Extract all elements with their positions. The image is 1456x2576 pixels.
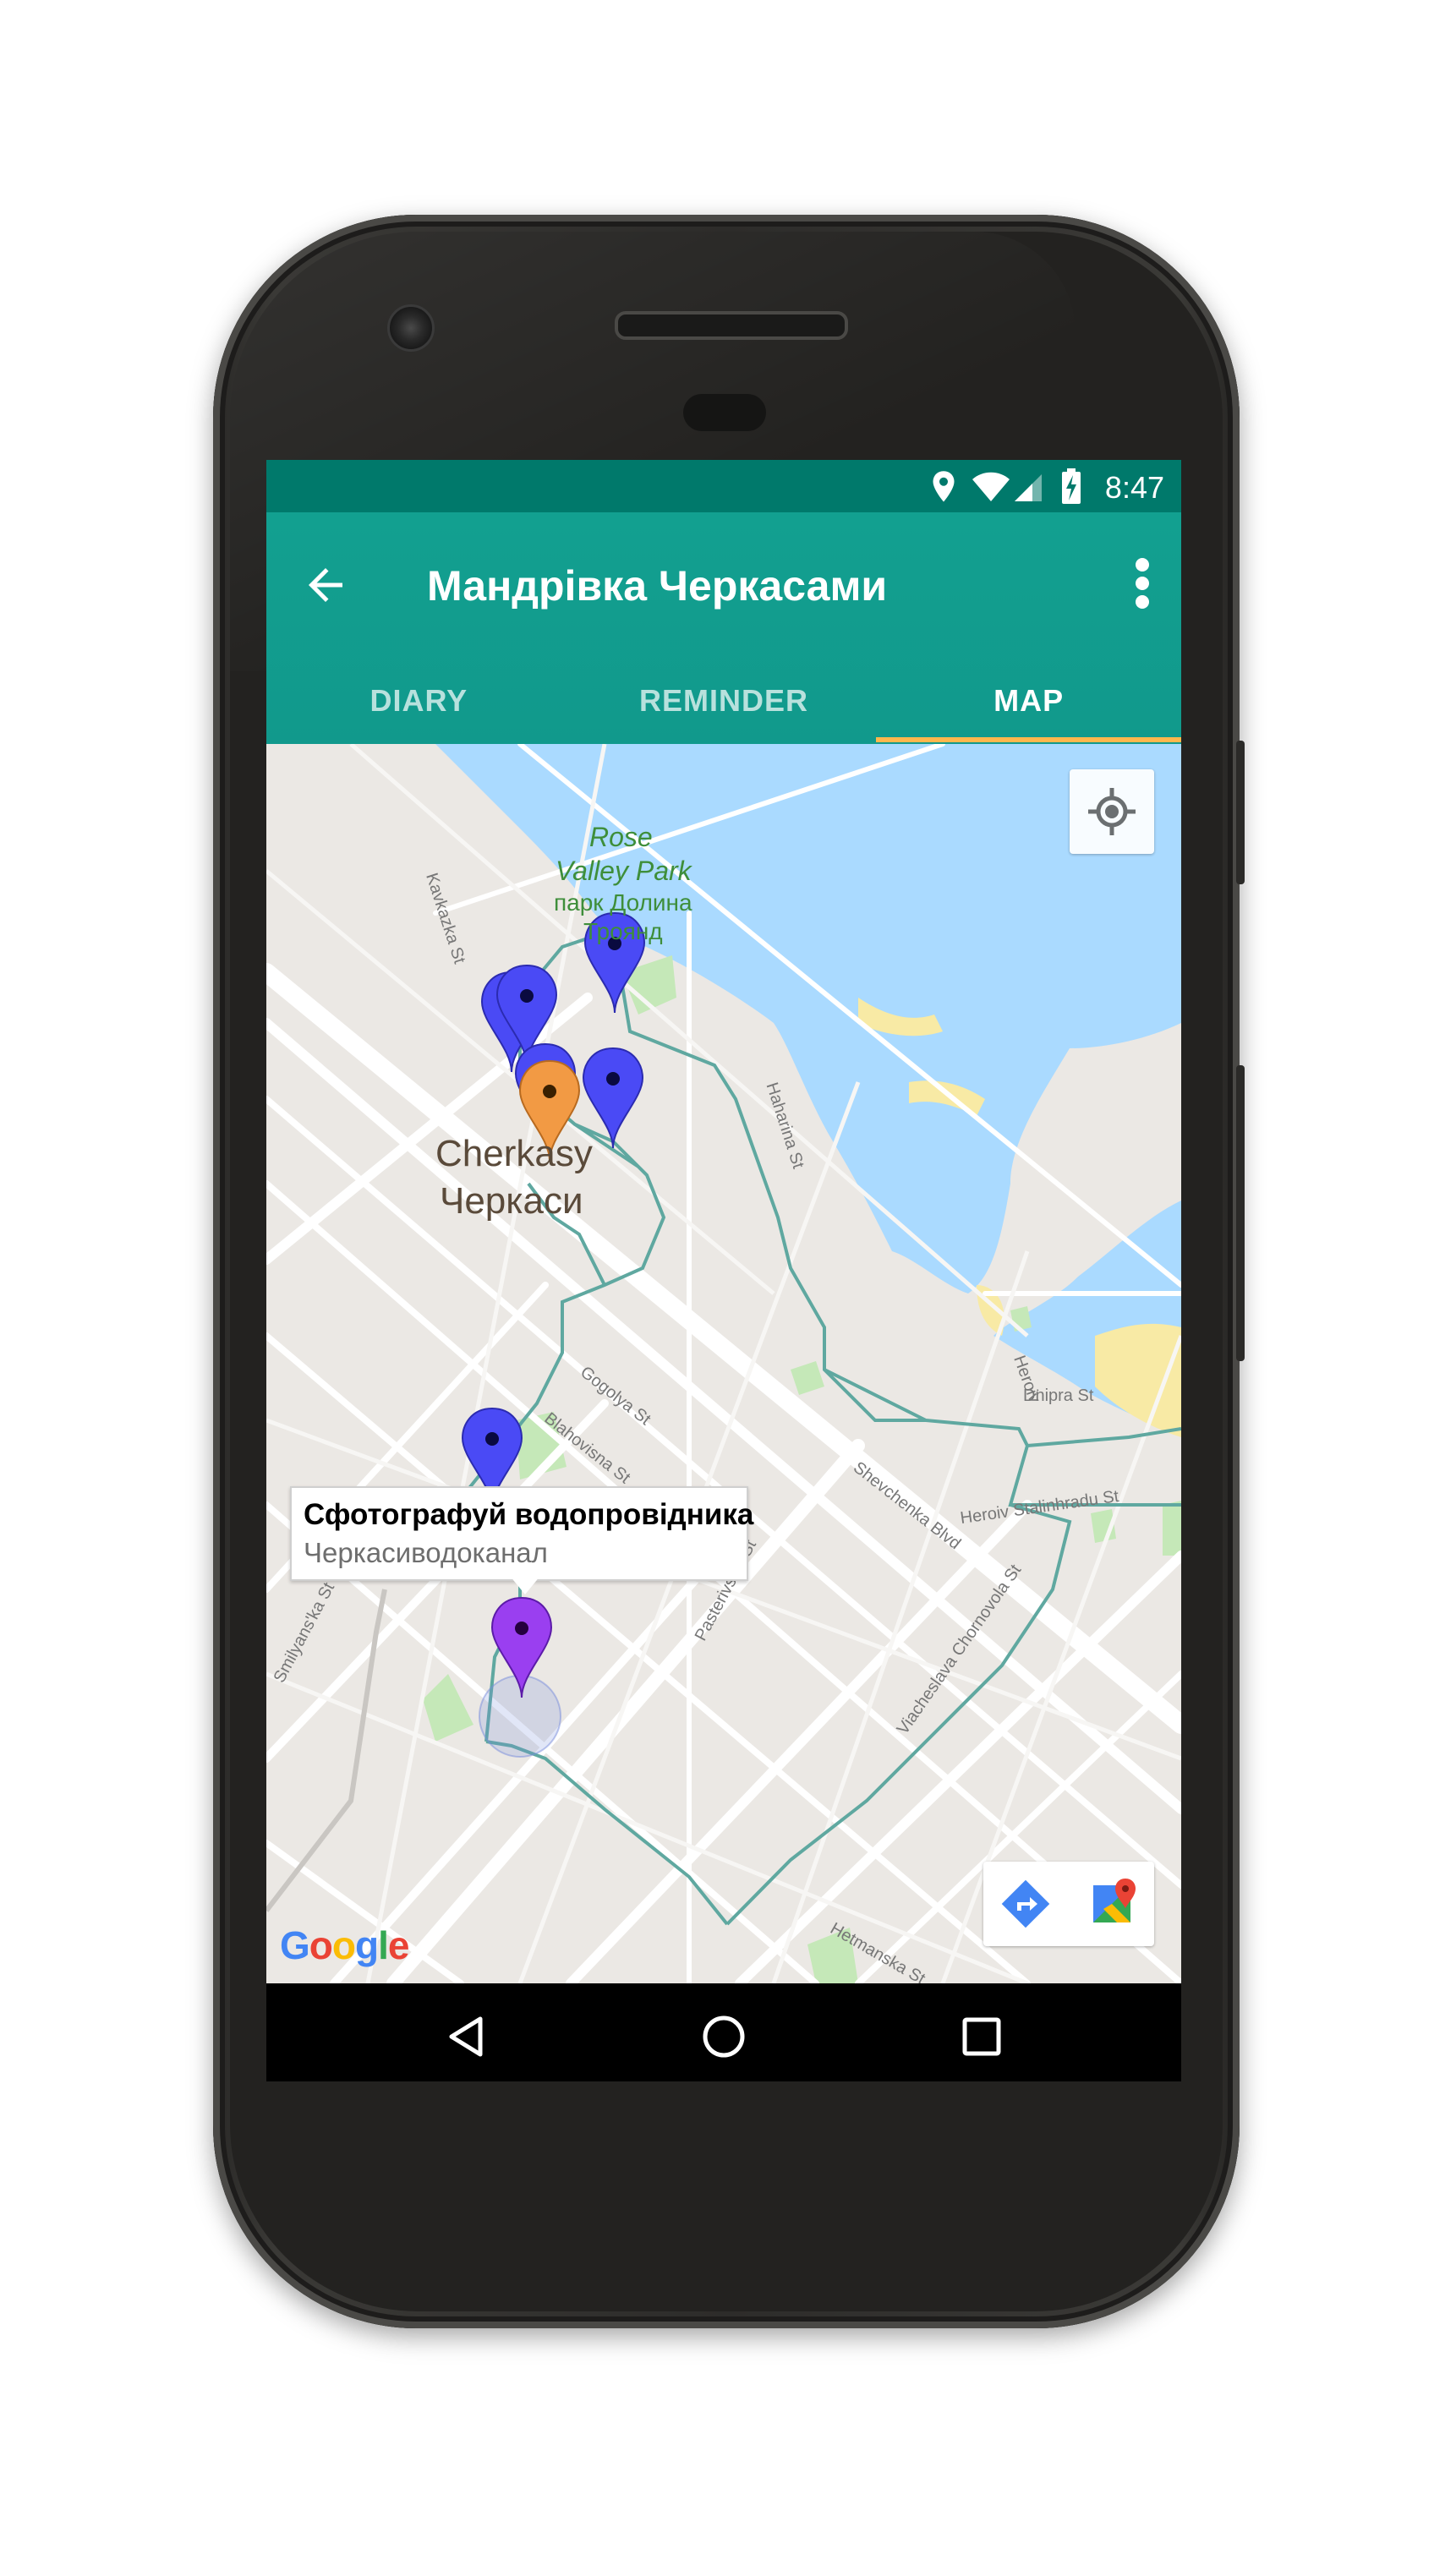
beach-3 (1095, 1323, 1181, 1437)
status-bar: 8:47 (266, 460, 1181, 512)
status-time: 8:47 (1104, 470, 1164, 505)
battery-charging-icon (1062, 468, 1081, 504)
nav-back-icon[interactable] (436, 2007, 495, 2066)
directions-icon[interactable] (983, 1862, 1068, 1946)
marker-info-window[interactable]: Сфотографуй водопровідника Черкасиводока… (290, 1486, 753, 1594)
tab-bar: DIARY REMINDER MAP (266, 660, 1181, 741)
nav-recents-icon[interactable] (952, 2007, 1011, 2066)
volume-button (1236, 1065, 1245, 1361)
railway (266, 1589, 387, 1912)
device-screen: 8:47 Мандрівка Черкасами DIARY REMINDER … (266, 460, 1181, 2081)
info-window-pointer (510, 1576, 540, 1594)
navigation-bar (266, 1983, 1181, 2081)
tab-reminder[interactable]: REMINDER (572, 660, 877, 741)
tab-diary[interactable]: DIARY (266, 660, 572, 741)
google-attribution: Google (280, 1923, 409, 1967)
app-bar: Мандрівка Черкасами DIARY REMINDER MAP (266, 512, 1181, 744)
google-maps-icon[interactable] (1070, 1862, 1154, 1946)
earpiece-speaker (615, 311, 848, 340)
park-6 (791, 1361, 824, 1395)
arrow-back-icon[interactable] (300, 560, 351, 610)
park-label-en-1: Rose (589, 822, 653, 852)
my-location-icon (1088, 788, 1136, 835)
signal-icon (1015, 474, 1042, 501)
park-5 (1163, 1501, 1181, 1556)
proximity-sensor (683, 394, 766, 431)
map-canvas (266, 744, 1181, 1983)
location-icon (933, 471, 955, 502)
power-button (1236, 741, 1245, 884)
map-view[interactable]: Rose Valley Park парк Долина Троянд Cher… (266, 744, 1181, 1983)
info-window-subtitle: Черкасиводоканал (304, 1537, 548, 1568)
wifi-icon (972, 472, 1010, 501)
tab-map[interactable]: MAP (876, 660, 1181, 741)
screen-title: Мандрівка Черкасами (427, 562, 888, 610)
park-label-uk: парк Долина (554, 889, 692, 916)
city-label-uk: Черкаси (440, 1180, 583, 1222)
map-toolbar (983, 1862, 1154, 1946)
more-vert-icon[interactable] (1125, 556, 1159, 610)
info-window-title: Сфотографуй водопровідника (304, 1498, 754, 1531)
park-label-uk-2: Троянд (583, 918, 663, 944)
city-label-en: Cherkasy (435, 1133, 593, 1174)
tab-indicator (876, 737, 1181, 742)
park-label-en-2: Valley Park (556, 856, 692, 886)
my-location-button[interactable] (1070, 769, 1154, 854)
nav-home-icon[interactable] (694, 2007, 753, 2066)
park-3 (423, 1674, 473, 1742)
front-camera (387, 304, 435, 352)
